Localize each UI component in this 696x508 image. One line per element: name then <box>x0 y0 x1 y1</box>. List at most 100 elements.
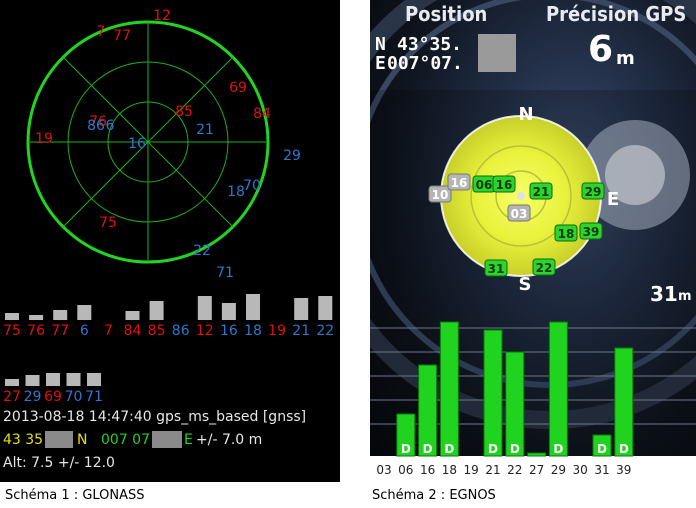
egnos-flag-39: D <box>619 442 629 456</box>
compass-north: N <box>518 104 533 125</box>
satellite-label-86: 86 <box>87 118 105 134</box>
signal-bar-21 <box>294 298 309 320</box>
sky-satellite-label-03: 03 <box>511 207 528 221</box>
longitude-redacted <box>152 431 182 448</box>
precision-title: Précision GPS <box>546 2 687 26</box>
fix-datetime: 2013-08-18 14:47:40 gps_ms_based [gnss] <box>3 409 307 425</box>
altitude-value: 31 <box>650 282 678 306</box>
bar-label-39: 39 <box>616 463 631 477</box>
signal-bar-69 <box>46 373 60 386</box>
sky-satellite-label-31: 31 <box>488 262 505 276</box>
sky-zenith <box>517 192 525 200</box>
signal-bar-27 <box>5 379 19 386</box>
bar-label-21: 21 <box>485 463 500 477</box>
bar-label-29: 29 <box>24 389 42 405</box>
signal-bar-6 <box>77 305 92 320</box>
sky-satellite-label-16: 16 <box>496 178 513 192</box>
compass-east: E <box>607 189 619 210</box>
sky-satellite-label-10: 10 <box>432 188 449 202</box>
bar-label-16: 16 <box>220 323 238 339</box>
longitude-value: 007 07 <box>101 432 150 448</box>
sky-satellite-label-29: 29 <box>585 185 602 199</box>
egnos-flag-06: D <box>401 442 411 456</box>
bar-label-86: 86 <box>172 323 190 339</box>
egnos-flag-22: D <box>510 442 520 456</box>
signal-bar-71 <box>87 373 101 386</box>
bar-label-77: 77 <box>51 323 69 339</box>
signal-bar-70 <box>66 373 81 386</box>
latitude-direction: N <box>77 432 88 448</box>
altitude-line: Alt: 7.5 +/- 12.0 <box>3 455 115 471</box>
bar-label-03: 03 <box>376 463 391 477</box>
signal-bar-29 <box>25 375 40 386</box>
egnos-screen: 10 16 06 16 21 29 03 18 39 31 22 N E S 03 D 06 D 16 D 18… <box>370 0 696 482</box>
bar-label-27: 27 <box>3 389 21 405</box>
signal-bar-21 <box>483 329 503 457</box>
bar-label-12: 12 <box>196 323 214 339</box>
signal-bar-75 <box>5 313 19 320</box>
signal-bar-22 <box>318 296 333 320</box>
satellite-label-85: 85 <box>175 104 193 120</box>
latitude-value: 43°35. <box>397 34 463 55</box>
compass-south: S <box>519 274 532 295</box>
satellite-label-19: 19 <box>35 131 53 147</box>
egnos-flag-16: D <box>423 442 433 456</box>
satellite-label-71: 71 <box>216 265 234 281</box>
horizontal-accuracy: +/- 7.0 m <box>196 432 263 448</box>
sky-satellite-label-22: 22 <box>536 261 553 275</box>
signal-bar-85 <box>149 301 164 320</box>
signal-bar-84 <box>125 311 140 320</box>
precision-unit: m <box>616 48 635 69</box>
bar-label-29: 29 <box>551 463 566 477</box>
signal-bar-77 <box>53 310 68 320</box>
bar-label-19: 19 <box>268 323 286 339</box>
altitude-unit: m <box>678 289 692 304</box>
satellite-labels: 127 778569847686 6 2119 16291870752271 <box>35 8 301 281</box>
bar-label-7: 7 <box>104 323 113 339</box>
bar-label-22: 22 <box>316 323 334 339</box>
bar-label-84: 84 <box>124 323 142 339</box>
bar-label-19: 19 <box>464 463 479 477</box>
position-title: Position <box>405 2 488 26</box>
bar-label-75: 75 <box>3 323 21 339</box>
satellite-label-75: 75 <box>99 215 117 231</box>
satellite-label-77: 77 <box>113 28 131 44</box>
signal-bar-29 <box>548 321 568 457</box>
signal-bar-27 <box>527 452 547 457</box>
latitude-label: N <box>375 34 386 55</box>
satellite-label-69: 69 <box>229 80 247 96</box>
longitude-label: E <box>375 53 386 74</box>
egnos-flag-29: D <box>553 442 563 456</box>
satellite-label-12: 12 <box>153 8 171 24</box>
satellite-label-16: 16 <box>128 136 146 152</box>
signal-bar-76 <box>29 315 44 320</box>
caption-glonass: Schéma 1 : GLONASS <box>5 488 145 503</box>
latitude-value: 43 35 <box>3 432 44 448</box>
precision-value: 6 <box>588 29 614 70</box>
signal-bar-22 <box>505 351 525 457</box>
sky-dome <box>440 115 602 277</box>
signal-bar-18 <box>246 294 260 320</box>
bar-label-16: 16 <box>420 463 435 477</box>
signal-bar-16 <box>221 303 236 320</box>
bar-label-31: 31 <box>594 463 609 477</box>
satellite-label-84: 84 <box>253 106 271 122</box>
signal-bar-12 <box>197 296 212 320</box>
signal-bars-row-2: 27 29 69 70 71 <box>3 373 103 405</box>
sky-satellite-label-06: 06 <box>476 178 493 192</box>
latitude-redacted <box>45 431 73 448</box>
sky-satellite-label-16: 16 <box>451 176 468 190</box>
bar-label-6: 6 <box>80 323 89 339</box>
signal-bar-18 <box>439 321 459 457</box>
bar-label-85: 85 <box>148 323 166 339</box>
bar-label-30: 30 <box>573 463 588 477</box>
satellite-label-7: 7 <box>97 24 106 40</box>
egnos-flag-21: D <box>488 442 498 456</box>
signal-bar-39 <box>614 347 634 457</box>
satellite-label-70: 70 <box>243 178 261 194</box>
bar-label-27: 27 <box>529 463 544 477</box>
signal-bars-row-1: 75 76 77 6 7 84 85 86 12 16 18 19 21 22 <box>3 294 334 339</box>
egnos-flag-31: D <box>597 442 607 456</box>
longitude-direction: E <box>184 432 193 448</box>
satellite-label-22: 22 <box>193 243 211 259</box>
